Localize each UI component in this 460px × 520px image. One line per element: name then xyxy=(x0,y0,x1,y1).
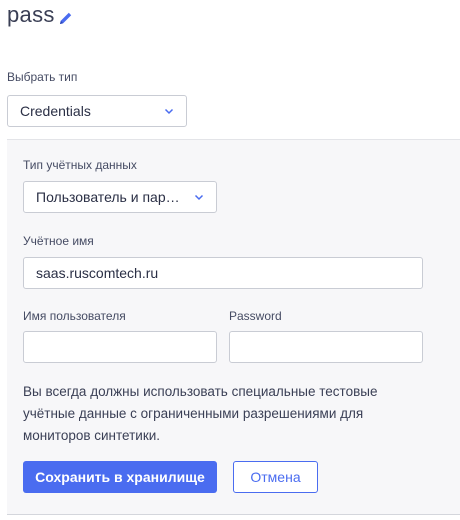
type-select-value: Credentials xyxy=(20,103,91,119)
password-label: Password xyxy=(229,309,282,323)
password-input[interactable] xyxy=(229,331,423,363)
chevron-down-icon xyxy=(192,190,206,204)
save-to-vault-button[interactable]: Сохранить в хранилище xyxy=(23,461,217,493)
credential-type-value: Пользователь и пароль xyxy=(36,189,186,205)
type-select-label: Выбрать тип xyxy=(7,70,78,84)
credential-type-select[interactable]: Пользователь и пароль xyxy=(23,181,217,213)
cancel-button[interactable]: Отмена xyxy=(233,461,318,493)
username-label: Имя пользователя xyxy=(23,309,126,323)
type-select[interactable]: Credentials xyxy=(7,95,187,127)
pencil-icon[interactable] xyxy=(59,11,73,25)
chevron-down-icon xyxy=(162,104,176,118)
synthetic-credentials-note: Вы всегда должны использовать специальны… xyxy=(23,384,378,443)
credential-name-label: Учётное имя xyxy=(23,234,94,248)
username-input[interactable] xyxy=(23,331,217,363)
page-title: pass xyxy=(7,2,55,27)
credential-name-input[interactable] xyxy=(23,257,423,289)
header: pass xyxy=(7,0,73,30)
credential-type-label: Тип учётных данных xyxy=(23,158,137,172)
credentials-panel: Тип учётных данных Пользователь и пароль… xyxy=(7,139,460,515)
